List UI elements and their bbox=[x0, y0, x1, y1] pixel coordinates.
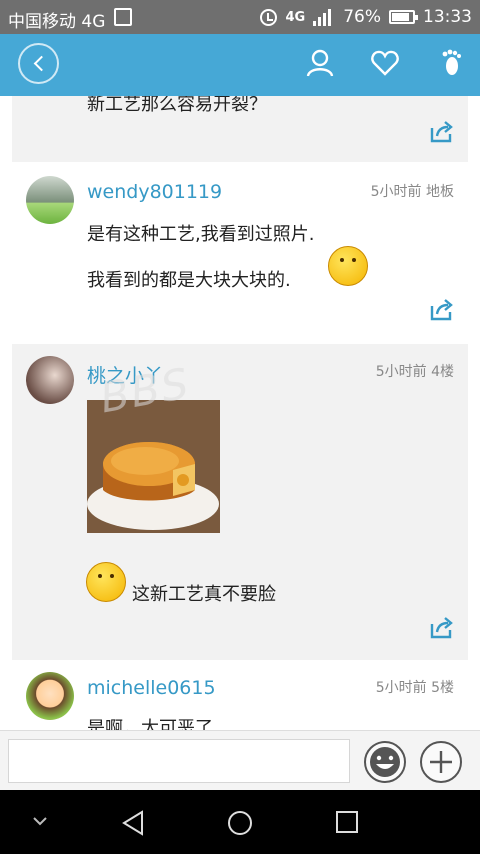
username[interactable]: 桃之小丫 bbox=[87, 361, 163, 388]
status-bar: 中国移动 4G 4G 76% 13:33 bbox=[0, 0, 480, 34]
comment-text: 新工艺那么容易开裂？ bbox=[87, 96, 267, 115]
back-button[interactable] bbox=[18, 43, 59, 84]
comment-item: wendy801119 5小时前 地板 是有这种工艺,我看到过照片. 我看到的都… bbox=[12, 162, 468, 340]
recents-nav-icon[interactable] bbox=[335, 810, 359, 834]
back-nav-icon[interactable] bbox=[120, 810, 146, 836]
smiley-icon bbox=[370, 747, 400, 777]
signal-icon bbox=[313, 8, 335, 26]
alarm-icon bbox=[260, 8, 278, 26]
comment-text: 这新工艺真不要脸 bbox=[132, 584, 276, 605]
share-icon[interactable] bbox=[428, 120, 454, 144]
comment-item: 新工艺那么容易开裂？ bbox=[12, 96, 468, 162]
comment-item: 桃之小丫 5小时前 4楼 这新工艺真不要脸 bbox=[12, 344, 468, 660]
post-meta: 5小时前 地板 bbox=[370, 184, 454, 200]
hide-keyboard-icon[interactable] bbox=[32, 816, 48, 828]
carrier-label: 中国移动 4G bbox=[8, 12, 106, 32]
reply-input[interactable] bbox=[8, 739, 350, 783]
laugh-emoji-icon bbox=[328, 246, 368, 286]
battery-icon bbox=[389, 10, 418, 24]
network-type-label: 4G bbox=[285, 9, 306, 25]
post-meta: 5小时前 5楼 bbox=[375, 680, 454, 696]
top-app-bar bbox=[0, 34, 480, 96]
sim-card-icon bbox=[114, 8, 132, 26]
username[interactable]: michelle0615 bbox=[87, 677, 216, 699]
comment-feed[interactable]: 新工艺那么容易开裂？ wendy801119 5小时前 地板 是有这种工艺,我看… bbox=[0, 96, 480, 730]
heart-icon[interactable] bbox=[370, 48, 400, 78]
system-nav-bar bbox=[0, 790, 480, 854]
avatar[interactable] bbox=[26, 672, 74, 720]
share-icon[interactable] bbox=[428, 616, 454, 640]
emoji-button[interactable] bbox=[364, 741, 406, 783]
attach-button[interactable] bbox=[420, 741, 462, 783]
shush-emoji-icon bbox=[86, 562, 126, 602]
share-icon[interactable] bbox=[428, 298, 454, 322]
comment-item: michelle0615 5小时前 5楼 是啊，太可恶了 bbox=[12, 662, 468, 730]
comment-text-line: 我看到的都是大块大块的. bbox=[87, 270, 291, 291]
clock: 13:33 bbox=[423, 7, 472, 27]
battery-percent: 76% bbox=[343, 7, 381, 27]
home-nav-icon[interactable] bbox=[227, 810, 253, 836]
reply-bar bbox=[0, 730, 480, 790]
user-icon[interactable] bbox=[305, 48, 335, 78]
post-meta: 5小时前 4楼 bbox=[375, 364, 454, 380]
username[interactable]: wendy801119 bbox=[87, 181, 222, 203]
status-right: 4G 76% 13:33 bbox=[260, 7, 472, 27]
avatar[interactable] bbox=[26, 176, 74, 224]
footprint-icon[interactable] bbox=[436, 48, 466, 78]
comment-text-line: 是有这种工艺,我看到过照片. bbox=[87, 224, 315, 245]
avatar[interactable] bbox=[26, 356, 74, 404]
mooncake-photo[interactable] bbox=[87, 400, 220, 533]
plus-icon bbox=[430, 751, 452, 773]
comment-text: 是啊，太可恶了 bbox=[87, 718, 213, 730]
